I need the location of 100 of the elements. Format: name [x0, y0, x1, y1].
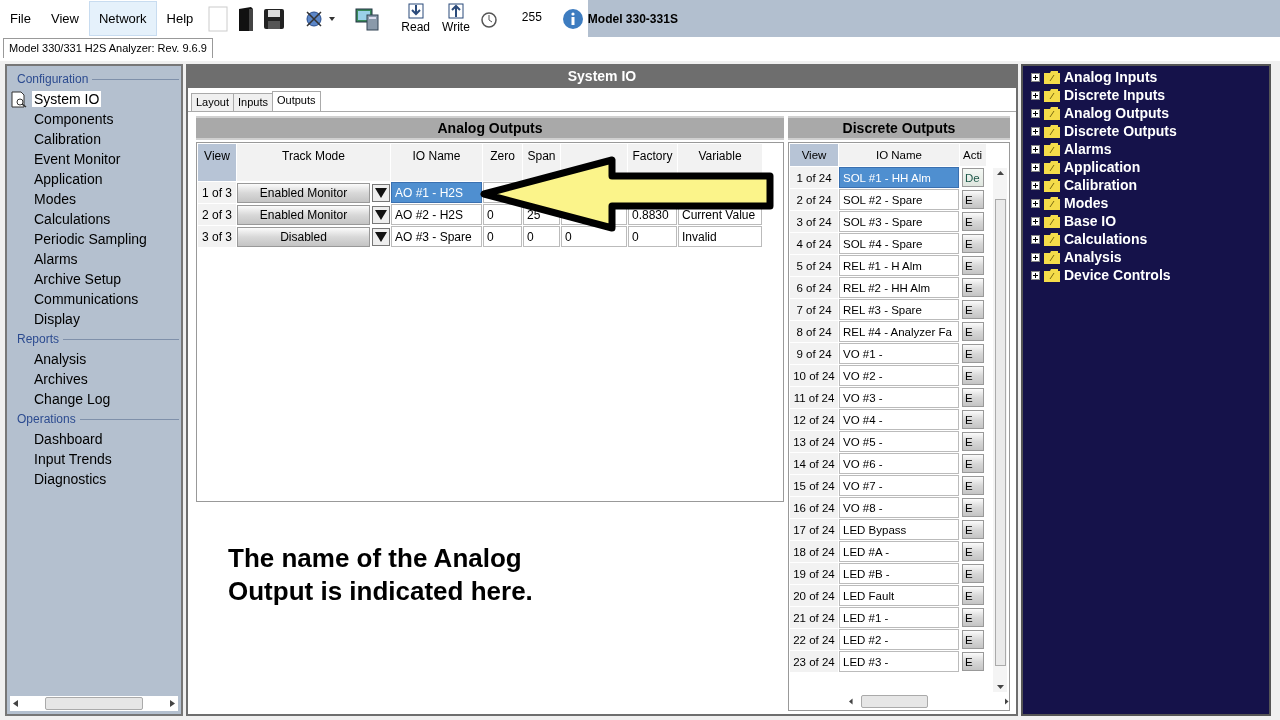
nav-item[interactable]: Analysis [32, 351, 89, 367]
row-header[interactable]: 14 of 24 [790, 453, 838, 474]
expand-icon[interactable] [1031, 180, 1040, 190]
column-header[interactable]: View [790, 144, 838, 166]
column-header[interactable]: IO Name [839, 144, 959, 166]
io-name-field[interactable]: LED #2 - [839, 629, 959, 650]
io-name-field[interactable]: LED #3 - [839, 651, 959, 672]
row-header[interactable]: 20 of 24 [790, 585, 838, 606]
scroll-down-icon[interactable] [996, 685, 1004, 689]
expand-icon[interactable] [1031, 126, 1040, 136]
read-button[interactable]: Read [398, 3, 434, 34]
active-button[interactable]: E [962, 366, 984, 385]
active-button[interactable]: E [962, 234, 984, 253]
tree-item[interactable]: Alarms [1064, 141, 1112, 157]
tree-item[interactable]: Base IO [1064, 213, 1117, 229]
io-name-field[interactable]: VO #5 - [839, 431, 959, 452]
io-name-field[interactable]: VO #4 - [839, 409, 959, 430]
tree-item[interactable]: Analysis [1064, 249, 1122, 265]
expand-icon[interactable] [1031, 198, 1040, 208]
column-header[interactable]: Acti [960, 144, 986, 166]
menu-item[interactable]: File [0, 1, 41, 36]
expand-icon[interactable] [1031, 162, 1040, 172]
active-button[interactable]: E [962, 278, 984, 297]
active-button[interactable]: E [962, 564, 984, 583]
row-header[interactable]: 12 of 24 [790, 409, 838, 430]
nav-item[interactable]: Application [32, 171, 105, 187]
scroll-up-icon[interactable] [996, 171, 1004, 175]
row-header[interactable]: 21 of 24 [790, 607, 838, 628]
nav-item[interactable]: Communications [32, 291, 141, 307]
caret-icon[interactable] [375, 209, 387, 220]
nav-item[interactable]: Modes [32, 191, 79, 207]
row-header[interactable]: 19 of 24 [790, 563, 838, 584]
menu-item[interactable]: View [40, 1, 89, 36]
io-name-field[interactable]: REL #1 - H Alm [839, 255, 959, 276]
io-name-field[interactable]: REL #2 - HH Alm [839, 277, 959, 298]
io-name-field[interactable]: LED #1 - [839, 607, 959, 628]
io-name-field[interactable]: VO #2 - [839, 365, 959, 386]
row-header[interactable]: 6 of 24 [790, 277, 838, 298]
row-header[interactable]: 17 of 24 [790, 519, 838, 540]
io-name-field[interactable]: LED Fault [839, 585, 959, 606]
scroll-right-icon[interactable] [170, 700, 175, 707]
io-name-field[interactable]: LED #B - [839, 563, 959, 584]
io-name-field[interactable]: VO #7 - [839, 475, 959, 496]
io-name-field[interactable]: AO #2 - H2S [391, 204, 482, 225]
active-button[interactable]: E [962, 476, 984, 495]
active-button[interactable]: E [962, 256, 984, 275]
active-button[interactable]: E [962, 630, 984, 649]
scroll-left-icon[interactable] [849, 697, 853, 705]
row-header[interactable]: 5 of 24 [790, 255, 838, 276]
io-name-field[interactable]: LED #A - [839, 541, 959, 562]
row-header[interactable]: 16 of 24 [790, 497, 838, 518]
nav-item[interactable]: Alarms [32, 251, 80, 267]
active-button[interactable]: E [962, 586, 984, 605]
active-button[interactable]: E [962, 410, 984, 429]
caret-icon[interactable] [375, 231, 387, 242]
tree-item[interactable]: Modes [1064, 195, 1109, 211]
expand-icon[interactable] [1031, 72, 1040, 82]
track-mode-dropdown[interactable]: Disabled [237, 226, 370, 247]
row-header[interactable]: 3 of 24 [790, 211, 838, 232]
row-header[interactable]: 13 of 24 [790, 431, 838, 452]
tree-item[interactable]: Analog Outputs [1064, 105, 1169, 121]
row-header[interactable]: 22 of 24 [790, 629, 838, 650]
io-name-field[interactable]: LED Bypass [839, 519, 959, 540]
nav-item[interactable]: Periodic Sampling [32, 231, 149, 247]
computer-icon[interactable] [355, 6, 380, 31]
info-icon[interactable] [561, 7, 584, 30]
nav-item[interactable]: Archive Setup [32, 271, 124, 287]
nav-item[interactable]: Archives [32, 371, 90, 387]
expand-icon[interactable] [1031, 252, 1040, 262]
save-icon[interactable] [263, 7, 286, 30]
nav-item[interactable]: Calibration [32, 131, 103, 147]
tree-item[interactable]: Device Controls [1064, 267, 1171, 283]
track-mode-dropdown[interactable]: Enabled Monitor [237, 182, 370, 203]
active-button[interactable]: E [962, 212, 984, 231]
expand-icon[interactable] [1031, 90, 1040, 100]
tab[interactable]: Layout [191, 93, 235, 111]
io-name-field[interactable]: AO #3 - Spare [391, 226, 482, 247]
nav-item[interactable]: Display [32, 311, 82, 327]
active-button[interactable]: E [962, 432, 984, 451]
nav-item[interactable]: Event Monitor [32, 151, 123, 167]
active-button[interactable]: E [962, 520, 984, 539]
row-header[interactable]: 3 of 3 [198, 226, 236, 247]
io-name-field[interactable]: SOL #2 - Spare [839, 189, 959, 210]
io-name-field[interactable]: REL #3 - Spare [839, 299, 959, 320]
io-name-field[interactable]: VO #8 - [839, 497, 959, 518]
column-header[interactable]: Variable [698, 149, 742, 163]
expand-icon[interactable] [1031, 270, 1040, 280]
expand-icon[interactable] [1031, 234, 1040, 244]
tab[interactable]: Inputs [233, 93, 273, 111]
nav-item[interactable]: Components [32, 111, 116, 127]
active-button[interactable]: E [962, 344, 984, 363]
row-header[interactable]: 11 of 24 [790, 387, 838, 408]
active-button[interactable]: E [962, 388, 984, 407]
tree-item[interactable]: Analog Inputs [1064, 69, 1158, 85]
nav-item[interactable]: Input Trends [32, 451, 114, 467]
io-name-field[interactable]: VO #1 - [839, 343, 959, 364]
io-name-field[interactable]: SOL #4 - Spare [839, 233, 959, 254]
nav-item[interactable]: Dashboard [32, 431, 105, 447]
scroll-left-icon[interactable] [13, 700, 18, 707]
active-button[interactable]: E [962, 498, 984, 517]
